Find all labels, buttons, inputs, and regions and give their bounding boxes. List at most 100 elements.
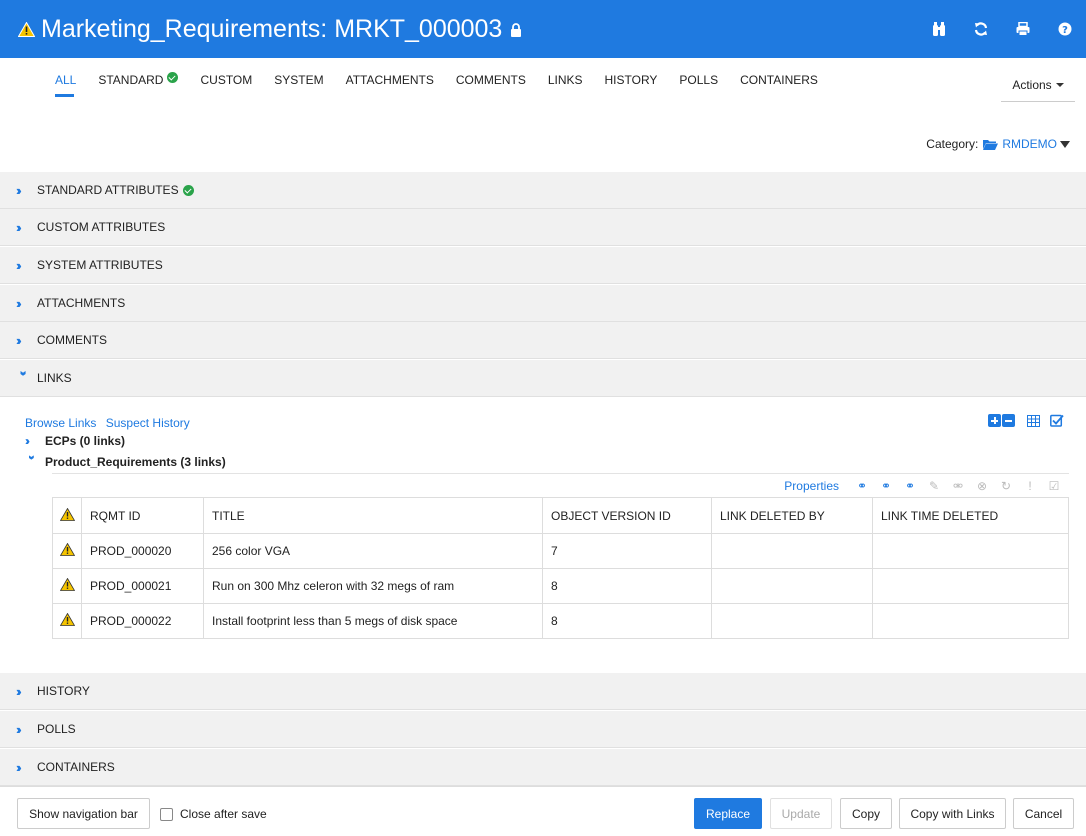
tab-label: CONTAINERS [740, 73, 818, 87]
chevron-right-icon: ›› [16, 257, 22, 273]
column-header[interactable]: TITLE [203, 497, 543, 534]
record-title: Marketing_Requirements: MRKT_000003 [41, 15, 503, 43]
category-label: Category: [926, 137, 979, 151]
deleted-by-cell [711, 568, 873, 604]
tree-item-ecps[interactable]: ›› ECPs (0 links) [25, 434, 325, 448]
tab-system[interactable]: SYSTEM [263, 72, 334, 98]
binoculars-icon[interactable] [918, 0, 960, 58]
tab-containers[interactable]: CONTAINERS [729, 72, 829, 98]
tab-comments[interactable]: COMMENTS [445, 72, 537, 98]
column-header[interactable]: OBJECT VERSION ID [542, 497, 712, 534]
column-header[interactable]: LINK DELETED BY [711, 497, 873, 534]
collapse-all-icon[interactable] [1002, 414, 1015, 427]
close-after-save-checkbox[interactable] [160, 807, 173, 821]
expand-all-icon[interactable] [988, 414, 1001, 427]
tab-links[interactable]: LINKS [537, 72, 594, 98]
column-header[interactable]: RQMT ID [81, 497, 204, 534]
column-header[interactable]: LINK TIME DELETED [872, 497, 1069, 534]
section-label: SYSTEM ATTRIBUTES [37, 258, 163, 272]
caret-down-icon[interactable] [1060, 140, 1070, 148]
section-label: POLLS [37, 722, 76, 736]
link-move-icon[interactable]: ⚭ [903, 479, 917, 493]
table-header-row: RQMT ID TITLE OBJECT VERSION ID LINK DEL… [52, 497, 1069, 534]
suspect-history-link[interactable]: Suspect History [106, 416, 190, 430]
section-label: STANDARD ATTRIBUTES [37, 183, 179, 197]
tab-custom[interactable]: CUSTOM [189, 72, 263, 98]
print-icon[interactable] [1002, 0, 1044, 58]
update-button[interactable]: Update [770, 798, 832, 829]
rqmt-id-cell: PROD_000020 [81, 533, 204, 569]
table-row[interactable]: PROD_000020 256 color VGA 7 [52, 533, 1069, 569]
chevron-down-icon: ›› [25, 455, 39, 457]
link-add-icon[interactable]: ⚭ [879, 479, 893, 493]
browse-links-link[interactable]: Browse Links [25, 416, 96, 430]
edit-icon[interactable]: ✎ [927, 479, 941, 493]
chevron-right-icon: ›› [16, 683, 22, 699]
title-cell: Run on 300 Mhz celeron with 32 megs of r… [203, 568, 543, 604]
show-navigation-bar-button[interactable]: Show navigation bar [17, 798, 150, 829]
replace-button[interactable]: Replace [694, 798, 762, 829]
table-row[interactable]: PROD_000022 Install footprint less than … [52, 603, 1069, 639]
section-label: LINKS [37, 371, 72, 385]
properties-link[interactable]: Properties [784, 479, 839, 493]
section-standard-attributes[interactable]: ›› STANDARD ATTRIBUTES [0, 172, 1086, 209]
restore-icon[interactable]: ↻ [999, 479, 1013, 493]
section-comments[interactable]: ›› COMMENTS [0, 322, 1086, 359]
copy-with-links-button[interactable]: Copy with Links [899, 798, 1006, 829]
section-system-attributes[interactable]: ›› SYSTEM ATTRIBUTES [0, 247, 1086, 284]
title-bar: Marketing_Requirements: MRKT_000003 ? [0, 0, 1086, 58]
suspect-icon[interactable]: ! [1023, 479, 1037, 493]
chevron-right-icon: ›› [16, 332, 22, 348]
tab-bar: ALL STANDARD CUSTOM SYSTEM ATTACHMENTS C… [44, 72, 829, 102]
delete-icon[interactable]: ⊗ [975, 479, 989, 493]
footer-bar: Show navigation bar Close after save Rep… [0, 786, 1086, 836]
title-cell: 256 color VGA [203, 533, 543, 569]
time-deleted-cell [872, 533, 1069, 569]
table-view-icon[interactable] [1027, 414, 1040, 427]
tab-polls[interactable]: POLLS [668, 72, 729, 98]
chevron-right-icon: ›› [16, 721, 22, 737]
table-row[interactable]: PROD_000021 Run on 300 Mhz celeron with … [52, 568, 1069, 604]
select-all-icon[interactable] [1050, 414, 1064, 427]
link-icon[interactable]: ⚭ [855, 479, 869, 493]
tab-attachments[interactable]: ATTACHMENTS [335, 72, 445, 98]
time-deleted-cell [872, 568, 1069, 604]
unlink-icon[interactable]: ⚮ [951, 479, 965, 493]
tab-all[interactable]: ALL [44, 72, 87, 98]
close-after-save-option[interactable]: Close after save [160, 807, 267, 821]
tab-label: ALL [55, 73, 77, 87]
section-custom-attributes[interactable]: ›› CUSTOM ATTRIBUTES [0, 209, 1086, 246]
actions-dropdown[interactable]: Actions [1001, 68, 1075, 102]
warning-cell [52, 603, 82, 639]
chevron-down-icon: ›› [16, 370, 32, 373]
warning-column-header [52, 497, 82, 534]
lock-icon [510, 13, 522, 45]
section-attachments[interactable]: ›› ATTACHMENTS [0, 285, 1086, 322]
deleted-by-cell [711, 603, 873, 639]
links-table: RQMT ID TITLE OBJECT VERSION ID LINK DEL… [52, 497, 1069, 639]
category-value[interactable]: RMDEMO [983, 137, 1057, 151]
tab-label: CUSTOM [200, 73, 253, 87]
copy-button[interactable]: Copy [840, 798, 892, 829]
section-polls[interactable]: ›› POLLS [0, 711, 1086, 748]
refresh-icon[interactable] [960, 0, 1002, 58]
help-icon[interactable]: ? [1044, 0, 1086, 58]
actions-label: Actions [1012, 77, 1052, 92]
chevron-right-icon: ›› [25, 434, 30, 448]
tab-history[interactable]: HISTORY [594, 72, 669, 98]
warning-icon [17, 13, 36, 45]
warning-cell [52, 533, 82, 569]
section-links[interactable]: ›› LINKS [0, 360, 1086, 397]
tree-item-product-requirements[interactable]: ›› Product_Requirements (3 links) [25, 455, 325, 469]
page-title: Marketing_Requirements: MRKT_000003 [17, 13, 522, 45]
section-history[interactable]: ›› HISTORY [0, 673, 1086, 710]
tab-label: HISTORY [604, 73, 658, 87]
rqmt-id-cell: PROD_000021 [81, 568, 204, 604]
cancel-button[interactable]: Cancel [1013, 798, 1074, 829]
tab-standard[interactable]: STANDARD [87, 72, 189, 98]
version-cell: 8 [542, 603, 712, 639]
chevron-right-icon: ›› [16, 219, 22, 235]
clear-suspect-icon[interactable]: ☑ [1047, 479, 1061, 493]
section-containers[interactable]: ›› CONTAINERS [0, 749, 1086, 786]
tab-label: LINKS [547, 73, 583, 87]
